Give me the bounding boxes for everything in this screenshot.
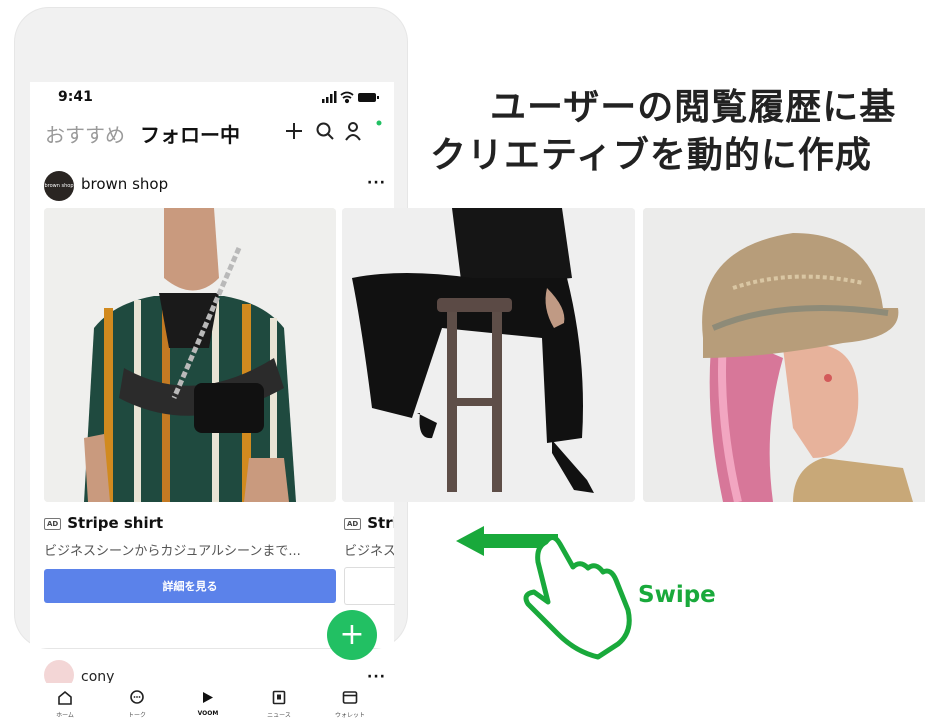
wifi-icon [340,91,354,104]
nav-item-home[interactable]: ホーム [40,690,90,719]
swipe-gesture-illustration [456,526,632,660]
nav-item-talk[interactable]: トーク [112,690,162,719]
shop-name[interactable]: brown shop [81,175,168,193]
detail-button[interactable]: 詳細を見る [44,569,336,603]
chat-icon [130,690,144,704]
shop-avatar[interactable]: brown shop [44,171,74,201]
product-image-shirt [44,208,336,502]
hand-pointer-icon [523,535,632,660]
swipe-label: Swipe [638,582,716,608]
tab-recommended[interactable]: おすすめ [45,119,125,148]
tab-following[interactable]: フォロー中 [140,119,240,148]
nav-label-home: ホーム [56,712,74,719]
next-product-title-text: Stri [367,514,394,532]
search-icon[interactable] [314,120,336,142]
nav-label-voom: VOOM [197,710,219,717]
product-title-text: Stripe shirt [67,514,164,532]
product-card-hat[interactable] [643,208,925,502]
profile-icon[interactable] [342,120,382,142]
news-icon [272,690,286,705]
voom-icon [203,692,213,703]
nav-item-wallet[interactable]: ウォレット [325,690,375,719]
status-time: 9:41 [58,89,93,105]
nav-item-news[interactable]: ニュース [254,690,304,719]
headline-block: ユーザーの閲覧履歴に基 クリエティブを動的に作成 [420,72,925,207]
home-icon [58,690,72,705]
product-image-hat [643,208,925,502]
product-image-pants [342,208,635,502]
ad-badge-next: AD [344,517,362,530]
product-description: ビジネスシーンからカジュアルシーンまで... [44,544,301,559]
product-title: AD Stripe shirt [44,514,163,532]
headline-line2: クリエティブを動的に作成 [430,135,872,176]
ad-badge: AD [44,517,62,530]
nav-label-wallet: ウォレット [334,712,365,719]
nav-label-talk: トーク [127,712,146,719]
signal-icon [322,91,337,103]
post-more-button[interactable]: ··· [367,175,386,191]
battery-icon [358,93,379,102]
status-icons [322,91,379,104]
product-card-shirt[interactable] [44,208,336,502]
next-detail-button[interactable] [344,567,395,605]
nav-item-voom[interactable]: VOOM [183,690,233,717]
add-post-icon[interactable] [283,120,305,142]
headline-line1: ユーザーの閲覧履歴に基 [490,87,897,128]
next-product-description: ビジネス [344,544,394,559]
product-card-pants[interactable] [342,208,635,502]
wallet-icon [342,691,358,704]
create-post-fab[interactable]: + [327,610,377,660]
next-product-title: AD Stri [344,514,394,532]
shop-avatar-text: brown shop [44,183,74,189]
nav-label-news: ニュース [267,712,291,719]
